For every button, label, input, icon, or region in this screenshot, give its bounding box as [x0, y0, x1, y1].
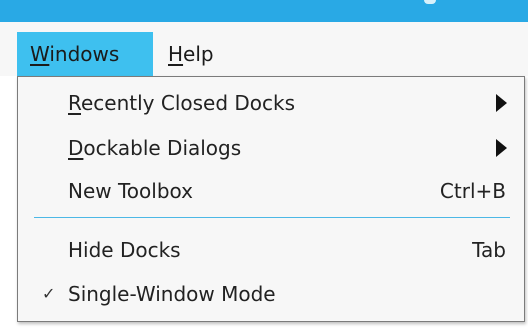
menu-item-label-rest: ockable Dialogs [83, 136, 242, 160]
menu-item-label: Recently Closed Docks [68, 81, 295, 125]
menu-windows[interactable]: Windows [17, 32, 153, 76]
menu-item-label: Dockable Dialogs [68, 126, 241, 170]
menu-item-mnemonic: D [68, 136, 84, 160]
menu-item-label-rest: ecently Closed Docks [81, 91, 296, 115]
menu-item-label: Hide Docks [68, 238, 181, 262]
window-titlebar [0, 0, 528, 22]
titlebar-decoration [424, 0, 436, 4]
menu-item-shortcut: Tab [472, 238, 506, 262]
menu-item-shortcut: Ctrl+B [439, 179, 506, 203]
menu-help[interactable]: Help [155, 32, 235, 76]
menu-item-new-toolbox[interactable]: New Toolbox Ctrl+B [18, 169, 524, 213]
menu-bar: Windows Help [0, 22, 528, 76]
checkmark-icon: ✓ [42, 284, 56, 303]
menu-help-mnemonic: H [168, 42, 184, 66]
chevron-right-icon [494, 81, 508, 125]
menu-windows-mnemonic: W [30, 42, 50, 66]
menu-item-hide-docks[interactable]: Hide Docks Tab [18, 228, 524, 272]
menu-item-recently-closed-docks[interactable]: Recently Closed Docks [18, 81, 524, 125]
windows-dropdown-menu: Recently Closed Docks Dockable Dialogs N… [17, 76, 525, 322]
menu-item-label: Single-Window Mode [68, 282, 276, 306]
menu-item-mnemonic: R [68, 91, 81, 115]
menu-item-dockable-dialogs[interactable]: Dockable Dialogs [18, 126, 524, 170]
menu-separator [34, 217, 510, 218]
menu-windows-label: indows [49, 42, 120, 66]
menu-help-label: elp [183, 42, 214, 66]
menu-item-label: New Toolbox [68, 179, 193, 203]
chevron-right-icon [494, 126, 508, 170]
menu-item-single-window-mode[interactable]: ✓ Single-Window Mode [18, 272, 524, 316]
